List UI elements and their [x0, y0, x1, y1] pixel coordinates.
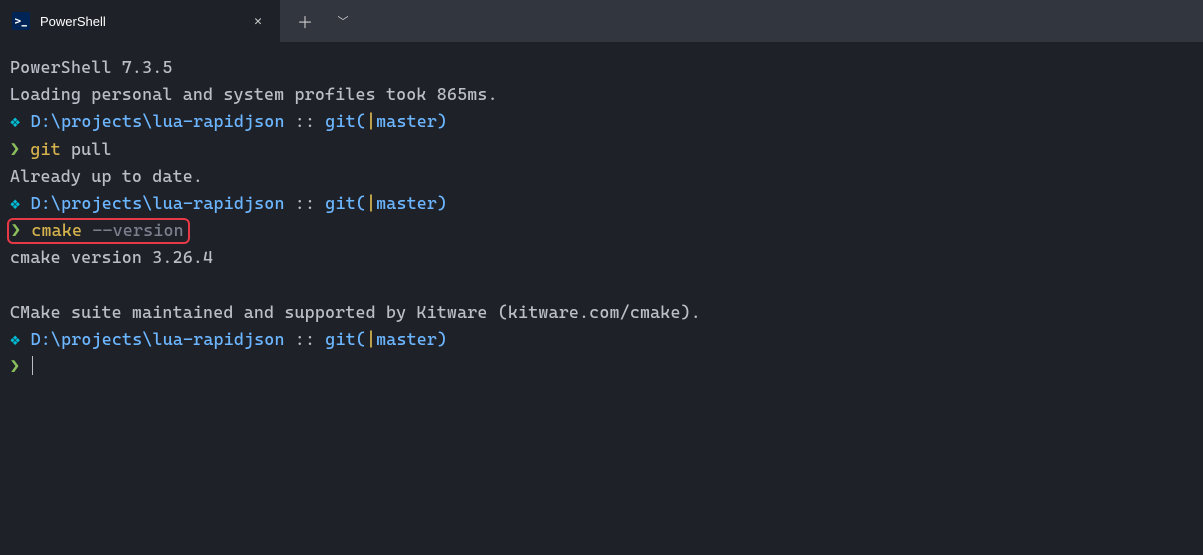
terminal-content[interactable]: PowerShell 7.3.5 Loading personal and sy…	[0, 42, 1203, 392]
prompt-separator: ::	[285, 193, 326, 213]
windows-icon: ❖	[10, 111, 20, 131]
branch-name: master	[376, 111, 437, 131]
dropdown-icon[interactable]: ﹀	[324, 0, 362, 42]
branch-icon: |	[366, 111, 376, 131]
prompt-path: D:\projects\lua-rapidjson	[31, 193, 285, 213]
branch-icon: |	[366, 329, 376, 349]
tab-title: PowerShell	[40, 14, 236, 29]
output-line: PowerShell 7.3.5	[10, 54, 1193, 81]
prompt-separator: ::	[285, 111, 326, 131]
paren-close: )	[437, 329, 447, 349]
prompt-arrow-icon: ❯	[10, 356, 20, 376]
windows-icon: ❖	[10, 329, 20, 349]
paren-close: )	[437, 193, 447, 213]
output-line: Loading personal and system profiles too…	[10, 81, 1193, 108]
close-icon[interactable]: ✕	[246, 9, 270, 33]
windows-icon: ❖	[10, 193, 20, 213]
paren-open: (	[356, 111, 366, 131]
tab-actions: ＋ ﹀	[286, 0, 362, 42]
prompt-separator: ::	[285, 329, 326, 349]
output-line: CMake suite maintained and supported by …	[10, 299, 1193, 326]
command-text: git	[30, 139, 60, 159]
command-line-highlighted: ❯ cmake --version	[10, 217, 1193, 244]
prompt-line: ❖ D:\projects\lua-rapidjson :: git(|mast…	[10, 190, 1193, 217]
command-line-empty: ❯	[10, 353, 1193, 380]
command-line: ❯ git pull	[10, 136, 1193, 163]
add-tab-button[interactable]: ＋	[286, 0, 324, 42]
paren-close: )	[437, 111, 447, 131]
paren-open: (	[356, 329, 366, 349]
git-label: git	[325, 193, 355, 213]
git-label: git	[325, 111, 355, 131]
command-arg: --version	[82, 220, 184, 240]
title-bar: >_ PowerShell ✕ ＋ ﹀	[0, 0, 1203, 42]
prompt-arrow-icon: ❯	[10, 139, 20, 159]
branch-icon: |	[366, 193, 376, 213]
branch-name: master	[376, 329, 437, 349]
cursor	[32, 356, 33, 375]
output-line: cmake version 3.26.4	[10, 244, 1193, 271]
command-arg: pull	[61, 139, 112, 159]
tab-powershell[interactable]: >_ PowerShell ✕	[0, 0, 280, 42]
git-label: git	[325, 329, 355, 349]
output-line: Already up to date.	[10, 163, 1193, 190]
highlight-box: ❯ cmake --version	[7, 218, 190, 244]
prompt-path: D:\projects\lua-rapidjson	[31, 111, 285, 131]
branch-name: master	[376, 193, 437, 213]
prompt-path: D:\projects\lua-rapidjson	[31, 329, 285, 349]
powershell-icon: >_	[12, 12, 30, 30]
blank-line	[10, 272, 1193, 299]
prompt-line: ❖ D:\projects\lua-rapidjson :: git(|mast…	[10, 326, 1193, 353]
command-text: cmake	[31, 220, 82, 240]
paren-open: (	[356, 193, 366, 213]
prompt-line: ❖ D:\projects\lua-rapidjson :: git(|mast…	[10, 108, 1193, 135]
prompt-arrow-icon: ❯	[11, 220, 21, 240]
